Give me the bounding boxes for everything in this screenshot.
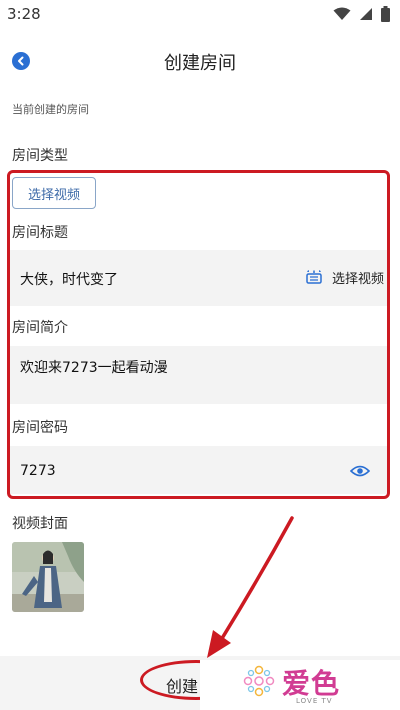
- room-password-field[interactable]: [10, 446, 388, 494]
- watermark-subtext: LOVE TV: [296, 697, 333, 705]
- create-button[interactable]: 创建: [166, 673, 198, 697]
- cover-image: [12, 542, 84, 612]
- current-room-label: 当前创建的房间: [12, 103, 89, 116]
- room-password-label: 房间密码: [12, 420, 68, 436]
- status-time: 3:28: [7, 5, 41, 23]
- room-title-label: 房间标题: [12, 225, 68, 241]
- video-cover-thumbnail[interactable]: [12, 542, 84, 612]
- select-video-link[interactable]: 选择视频: [306, 262, 384, 292]
- video-library-icon: [306, 270, 322, 284]
- select-video-link-label: 选择视频: [331, 271, 384, 287]
- video-cover-label: 视频封面: [12, 516, 68, 532]
- status-icons: [333, 5, 390, 23]
- watermark-text: 爱色: [282, 667, 341, 700]
- room-password-value: 7273: [20, 463, 56, 479]
- eye-icon[interactable]: [350, 464, 370, 478]
- room-intro-value: 欢迎来7273一起看动漫: [20, 360, 168, 376]
- wifi-icon: [333, 7, 351, 20]
- app-header: 创建房间: [0, 40, 400, 84]
- status-bar: 3:28: [0, 0, 400, 28]
- room-intro-label: 房间简介: [12, 320, 68, 336]
- flower-logo-icon: [243, 665, 275, 697]
- page-title: 创建房间: [164, 53, 236, 74]
- room-title-value: 大侠，时代变了: [20, 272, 118, 288]
- room-type-label: 房间类型: [12, 148, 68, 164]
- battery-icon: [381, 6, 390, 22]
- select-video-button[interactable]: 选择视频: [12, 177, 96, 209]
- signal-icon: [360, 8, 372, 20]
